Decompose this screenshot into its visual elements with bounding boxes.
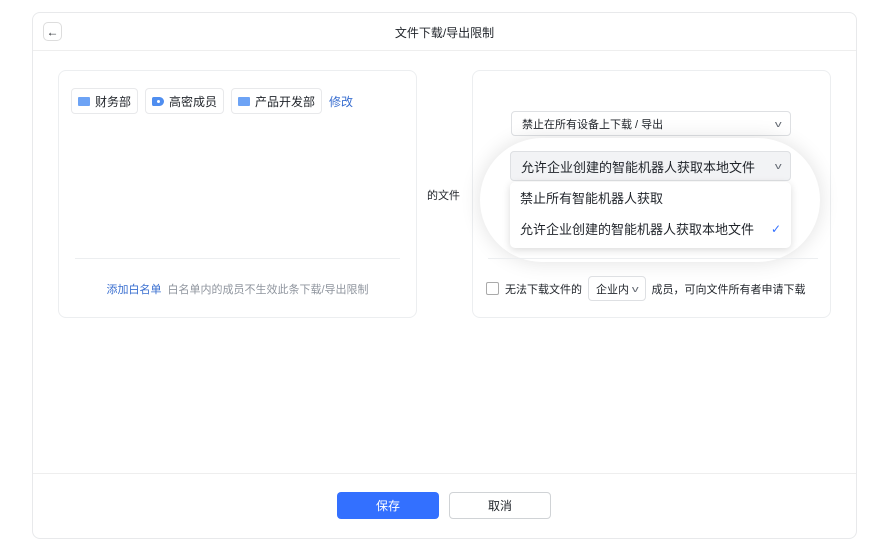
files-label: 的文件: [427, 190, 460, 202]
folder-icon: [238, 96, 251, 106]
tag-product-dev[interactable]: 产品开发部: [231, 88, 323, 114]
select-value: 禁止在所有设备上下载 / 导出: [522, 118, 664, 131]
option-allow-enterprise-bots[interactable]: 允许企业创建的智能机器人获取本地文件 ✓: [510, 213, 791, 244]
save-button[interactable]: 保存: [337, 492, 439, 519]
tag-label: 高密成员: [169, 94, 218, 109]
whitelist-panel: 财务部 高密成员 产品开发部 修改 添加白名单 白名单内的成员不生效此条下载/导出…: [58, 70, 417, 318]
check-icon: ✓: [770, 221, 781, 236]
chevron-down-icon: v: [774, 161, 782, 171]
request-prefix: 无法下载文件的: [505, 283, 582, 296]
tag-high-secret[interactable]: 高密成员: [145, 88, 225, 114]
cancel-button[interactable]: 取消: [449, 492, 551, 519]
footer-divider: [33, 473, 856, 474]
select-value: 允许企业创建的智能机器人获取本地文件: [521, 159, 756, 175]
bot-access-select[interactable]: 允许企业创建的智能机器人获取本地文件 v: [510, 151, 791, 181]
divider: [75, 258, 400, 259]
label-icon: [152, 96, 165, 106]
whitelist-hint: 白名单内的成员不生效此条下载/导出限制: [167, 284, 369, 296]
tag-label: 产品开发部: [255, 94, 316, 109]
chevron-down-icon: v: [631, 283, 639, 294]
page-title: 文件下载/导出限制: [394, 26, 495, 40]
tag-label: 财务部: [95, 94, 132, 109]
header: ← 文件下载/导出限制: [33, 13, 856, 51]
request-suffix: 成员，可向文件所有者申请下载: [651, 283, 806, 296]
download-restriction-select[interactable]: 禁止在所有设备上下载 / 导出 v: [511, 111, 791, 136]
folder-icon: [78, 96, 90, 106]
add-whitelist-link[interactable]: 添加白名单: [106, 284, 161, 296]
scope-value: 企业内: [596, 283, 629, 296]
tag-finance[interactable]: 财务部: [71, 88, 139, 114]
chevron-down-icon: v: [774, 118, 782, 129]
request-download-checkbox[interactable]: [486, 282, 499, 295]
scope-select[interactable]: 企业内 v: [588, 276, 646, 301]
option-forbid-all-bots[interactable]: 禁止所有智能机器人获取: [510, 182, 791, 213]
divider: [488, 258, 818, 259]
bot-access-dropdown: 禁止所有智能机器人获取 允许企业创建的智能机器人获取本地文件 ✓: [510, 182, 791, 248]
option-label: 禁止所有智能机器人获取: [520, 191, 664, 206]
edit-link[interactable]: 修改: [329, 93, 353, 110]
option-label: 允许企业创建的智能机器人获取本地文件: [520, 222, 755, 237]
